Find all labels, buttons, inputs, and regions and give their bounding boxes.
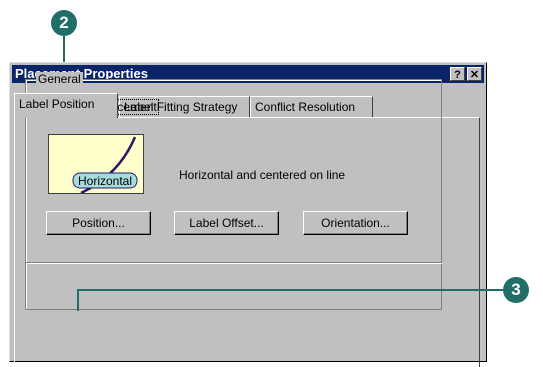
position-button[interactable]: Position... [46,211,151,235]
callout-3-badge: 3 [503,277,529,303]
orientation-button[interactable]: Orientation... [303,211,408,235]
preview-label-text: Horizontal [78,174,132,188]
callout-2-badge: 2 [51,10,77,36]
next-groupbox-edge [26,262,442,271]
placement-description: Horizontal and centered on line [179,168,346,182]
close-button[interactable]: ✕ [467,67,482,81]
callout-3-leader-drop [77,289,79,311]
general-legend: General [36,72,83,86]
help-button[interactable]: ? [450,67,465,81]
placement-preview: Horizontal [48,134,144,195]
callout-3-leader-line [77,289,503,291]
placement-preview-graphic: Horizontal [72,136,138,195]
tab-label-position[interactable]: Label Position [14,93,118,118]
label-offset-button[interactable]: Label Offset... [174,211,279,235]
